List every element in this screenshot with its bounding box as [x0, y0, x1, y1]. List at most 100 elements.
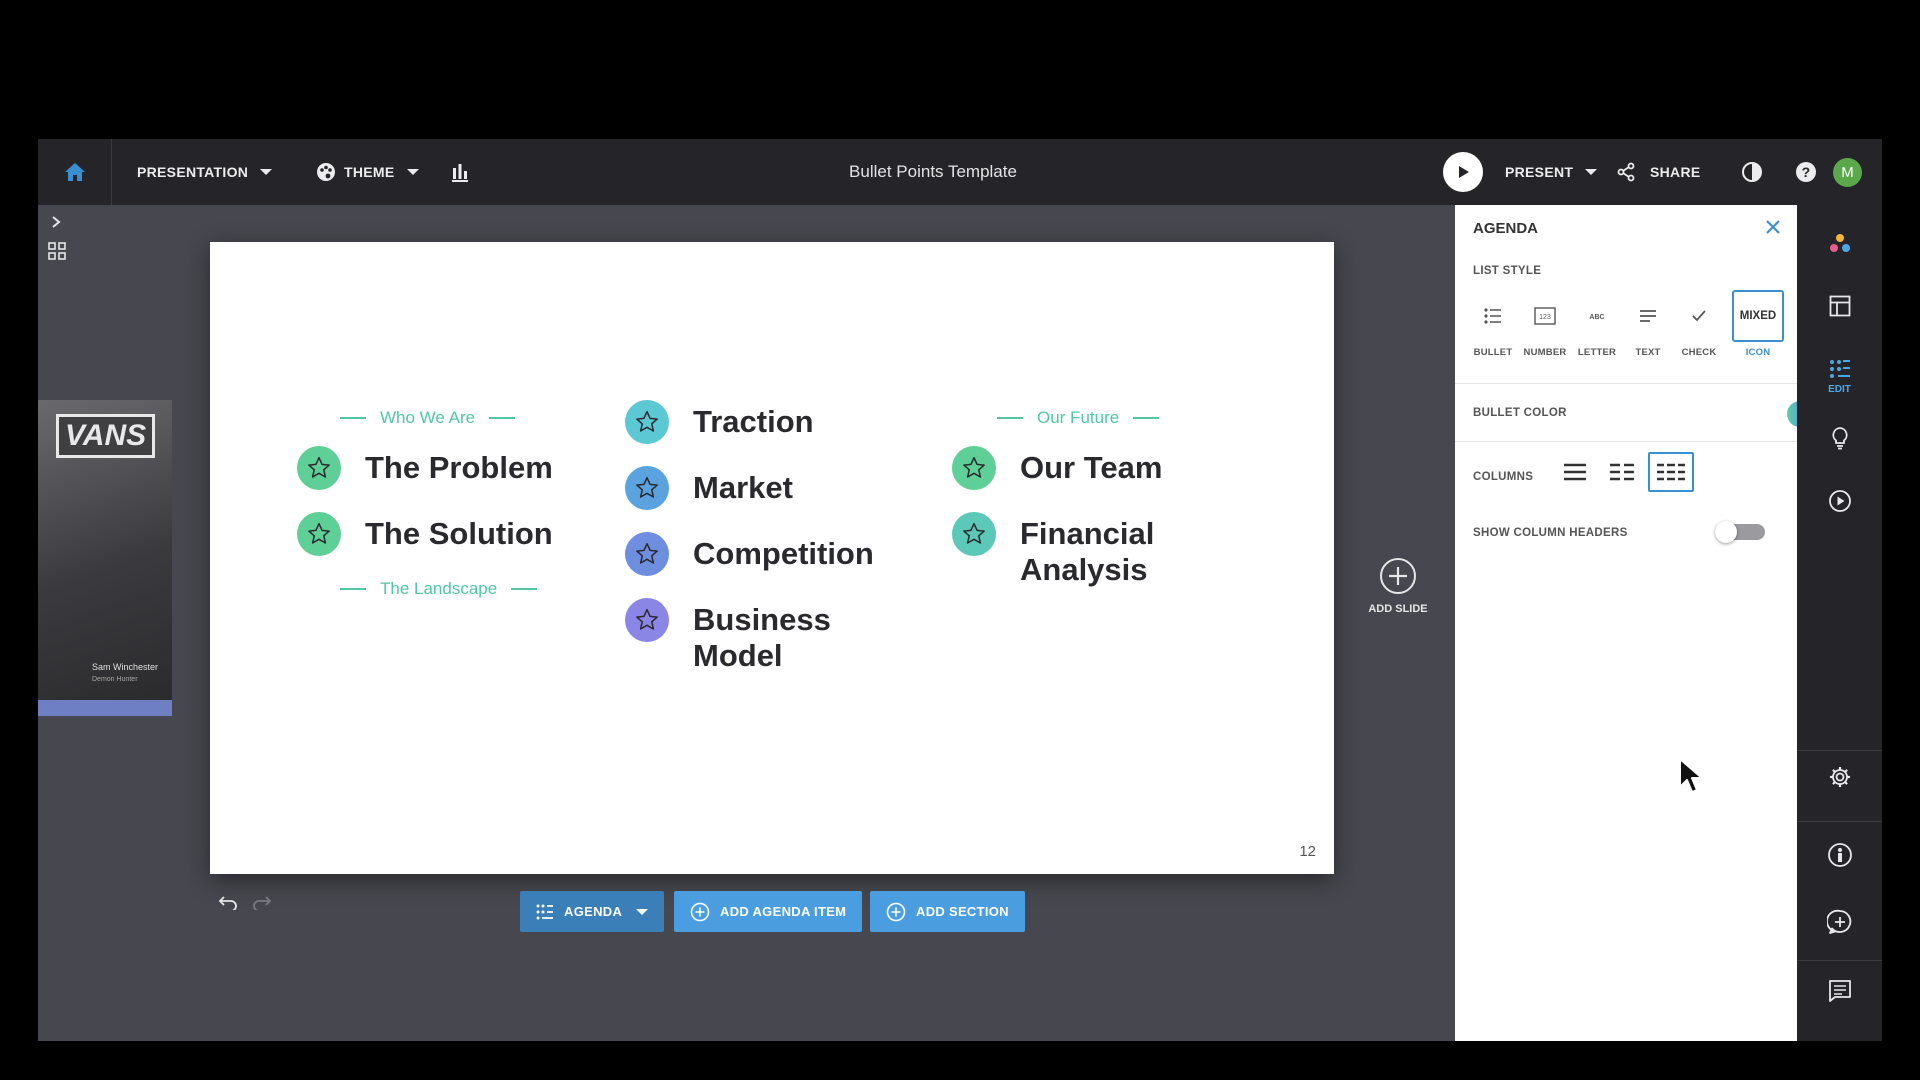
show-column-headers-toggle[interactable]: [1715, 521, 1765, 543]
gear-icon: [1829, 767, 1850, 787]
divider: [489, 417, 516, 419]
share-button[interactable]: SHARE: [1616, 139, 1701, 205]
list-style-letter[interactable]: ABC LETTER: [1576, 295, 1618, 358]
chevron-down-icon: [636, 908, 649, 915]
rail-accessibility-button[interactable]: [1797, 842, 1882, 868]
slide-thumbnail[interactable]: VANS Sam Winchester Demon Hunter: [38, 400, 172, 716]
present-button[interactable]: PRESENT: [1443, 139, 1598, 205]
section-header-text: Who We Are: [380, 408, 476, 427]
theme-menu[interactable]: THEME: [316, 139, 419, 205]
contrast-button[interactable]: [1741, 139, 1763, 205]
agenda-menu-button[interactable]: AGENDA: [520, 891, 665, 932]
section-header[interactable]: The Landscape: [340, 579, 538, 599]
agenda-item-text: Our Team: [1020, 450, 1163, 485]
chevron-down-icon: [1585, 169, 1598, 175]
rail-settings-button[interactable]: [1797, 765, 1882, 789]
three-column-icon: [1657, 463, 1685, 481]
edit-dots-icon: [1829, 360, 1850, 378]
chevron-down-icon: [406, 169, 419, 175]
help-button[interactable]: ?: [1795, 139, 1817, 205]
plus-circle-icon: [1380, 558, 1416, 594]
section-header-text: Our Future: [1037, 408, 1120, 427]
add-slide-button[interactable]: ADD SLIDE: [1358, 557, 1438, 615]
chevron-down-icon: [260, 169, 273, 175]
rail-animation-button[interactable]: [1797, 489, 1882, 513]
list-style-text[interactable]: TEXT: [1627, 295, 1669, 358]
columns-two-option[interactable]: [1601, 452, 1643, 492]
divider: [1455, 441, 1797, 442]
columns-one-option[interactable]: [1554, 452, 1596, 492]
list-style-caption: ICON: [1745, 347, 1771, 358]
section-header[interactable]: Our Future: [997, 408, 1160, 428]
list-style-caption: TEXT: [1635, 347, 1661, 358]
presentation-menu[interactable]: PRESENTATION: [137, 139, 273, 205]
add-section-button[interactable]: ADD SECTION: [870, 891, 1025, 932]
agenda-item-text: Traction: [693, 404, 814, 439]
grid-view-icon[interactable]: [48, 242, 66, 260]
star-icon: [297, 446, 341, 490]
bullet-color-label: BULLET COLOR: [1473, 407, 1567, 419]
star-icon: [625, 466, 669, 510]
agenda-item-text: Market: [693, 470, 793, 505]
svg-text:123: 123: [1539, 314, 1551, 321]
present-label: PRESENT: [1505, 164, 1574, 180]
layout-icon: [1829, 295, 1850, 317]
divider: [1133, 417, 1160, 419]
rail-edit-button[interactable]: EDIT: [1797, 358, 1882, 395]
agenda-item[interactable]: Business Model: [625, 598, 863, 674]
list-style-number[interactable]: 123 NUMBER: [1524, 295, 1566, 358]
mixed-style-box: MIXED: [1732, 290, 1784, 342]
analytics-button[interactable]: [450, 139, 470, 205]
text-list-icon: [1627, 295, 1669, 337]
section-header[interactable]: Who We Are: [340, 408, 516, 428]
divider: [1797, 821, 1882, 822]
palette-dots-icon: [1829, 234, 1850, 252]
list-style-icon[interactable]: MIXED ICON: [1732, 290, 1784, 358]
lightbulb-icon: [1831, 427, 1848, 450]
rail-comment-button[interactable]: [1797, 909, 1882, 935]
theme-menu-label: THEME: [344, 164, 395, 180]
star-icon: [952, 512, 996, 556]
home-button[interactable]: [38, 139, 112, 205]
agenda-item[interactable]: Competition: [625, 532, 874, 576]
add-agenda-item-button[interactable]: ADD AGENDA ITEM: [674, 891, 863, 932]
divider: [1797, 960, 1882, 961]
svg-text:ABC: ABC: [1589, 314, 1604, 321]
plus-circle-icon: [886, 902, 906, 921]
agenda-item[interactable]: Our Team: [952, 446, 1162, 490]
list-style-check[interactable]: CHECK: [1678, 295, 1720, 358]
agenda-list-icon: [536, 904, 553, 919]
rail-notes-button[interactable]: [1797, 979, 1882, 1003]
notes-icon: [1828, 980, 1851, 1002]
add-section-label: ADD SECTION: [916, 904, 1009, 919]
share-label: SHARE: [1650, 164, 1701, 180]
bullet-list-icon: [1472, 295, 1514, 337]
list-style-bullet[interactable]: BULLET: [1472, 295, 1514, 358]
redo-icon[interactable]: [252, 894, 272, 910]
undo-icon[interactable]: [218, 894, 238, 910]
rail-layout-button[interactable]: [1797, 295, 1882, 317]
list-style-caption: CHECK: [1681, 347, 1717, 358]
slide-canvas[interactable]: Who We Are The Problem The Solution The …: [210, 242, 1334, 874]
user-avatar[interactable]: M: [1833, 158, 1862, 187]
agenda-item[interactable]: Market: [625, 466, 793, 510]
divider: [997, 417, 1023, 419]
star-icon: [297, 512, 341, 556]
agenda-item-text: The Problem: [365, 450, 553, 485]
agenda-item[interactable]: Traction: [625, 400, 814, 444]
agenda-menu-label: AGENDA: [564, 904, 623, 919]
agenda-item[interactable]: The Problem: [297, 446, 553, 490]
chevron-right-icon[interactable]: [50, 215, 62, 229]
rail-color-button[interactable]: [1797, 232, 1882, 256]
help-icon: ?: [1796, 162, 1816, 182]
columns-three-option[interactable]: [1648, 452, 1694, 492]
rail-ideas-button[interactable]: [1797, 426, 1882, 450]
list-style-caption: BULLET: [1473, 347, 1513, 358]
agenda-item[interactable]: The Solution: [297, 512, 553, 556]
close-icon[interactable]: [1763, 217, 1783, 237]
divider: [1455, 383, 1797, 384]
agenda-item[interactable]: Financial Analysis: [952, 512, 1170, 588]
columns-label: COLUMNS: [1473, 471, 1534, 483]
presentation-menu-label: PRESENTATION: [137, 164, 249, 180]
agenda-item-text: Competition: [693, 536, 874, 571]
